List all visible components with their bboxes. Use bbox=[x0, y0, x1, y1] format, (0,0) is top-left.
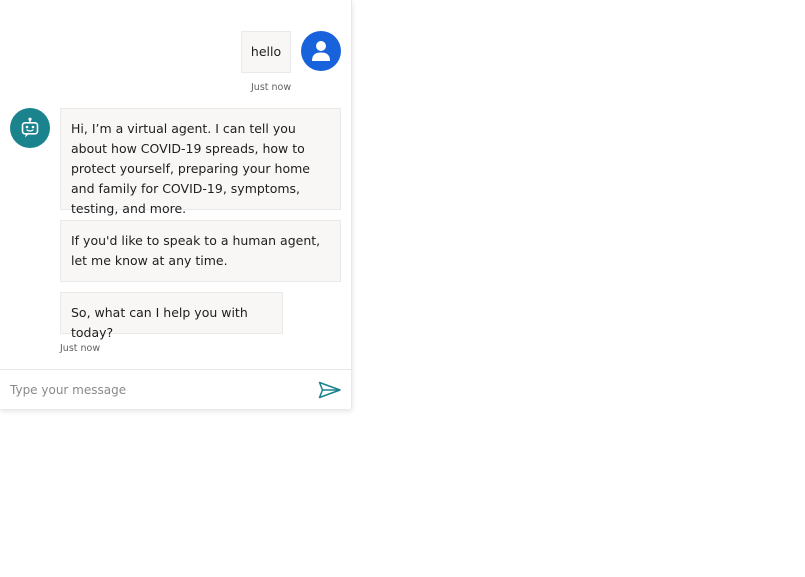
user-message-bubble: hello bbox=[241, 31, 291, 73]
robot-icon bbox=[21, 117, 39, 138]
bot-message-timestamp: Just now bbox=[60, 343, 101, 354]
message-input[interactable] bbox=[0, 370, 300, 409]
bot-message-bubble: So, what can I help you with today? bbox=[60, 292, 283, 340]
bot-message-text: If you'd like to speak to a human agent,… bbox=[71, 233, 321, 268]
bot-message-bubble: Hi, I’m a virtual agent. I can tell you … bbox=[60, 108, 341, 216]
user-message-text: hello bbox=[250, 44, 282, 59]
bot-avatar bbox=[10, 108, 50, 148]
send-box bbox=[0, 369, 351, 409]
user-message-timestamp: Just now bbox=[251, 82, 292, 93]
bot-message-text: So, what can I help you with today? bbox=[71, 305, 248, 340]
send-button[interactable] bbox=[314, 376, 346, 404]
bot-message-text: Hi, I’m a virtual agent. I can tell you … bbox=[71, 121, 310, 216]
bot-message-bubble: If you'd like to speak to a human agent,… bbox=[60, 220, 341, 282]
user-avatar bbox=[301, 31, 341, 71]
chat-transcript[interactable]: hello Just now Hi, I’m a virtual agent. … bbox=[0, 0, 351, 369]
send-icon bbox=[318, 381, 341, 399]
chat-panel: hello Just now Hi, I’m a virtual agent. … bbox=[0, 0, 352, 409]
person-icon bbox=[312, 41, 330, 61]
